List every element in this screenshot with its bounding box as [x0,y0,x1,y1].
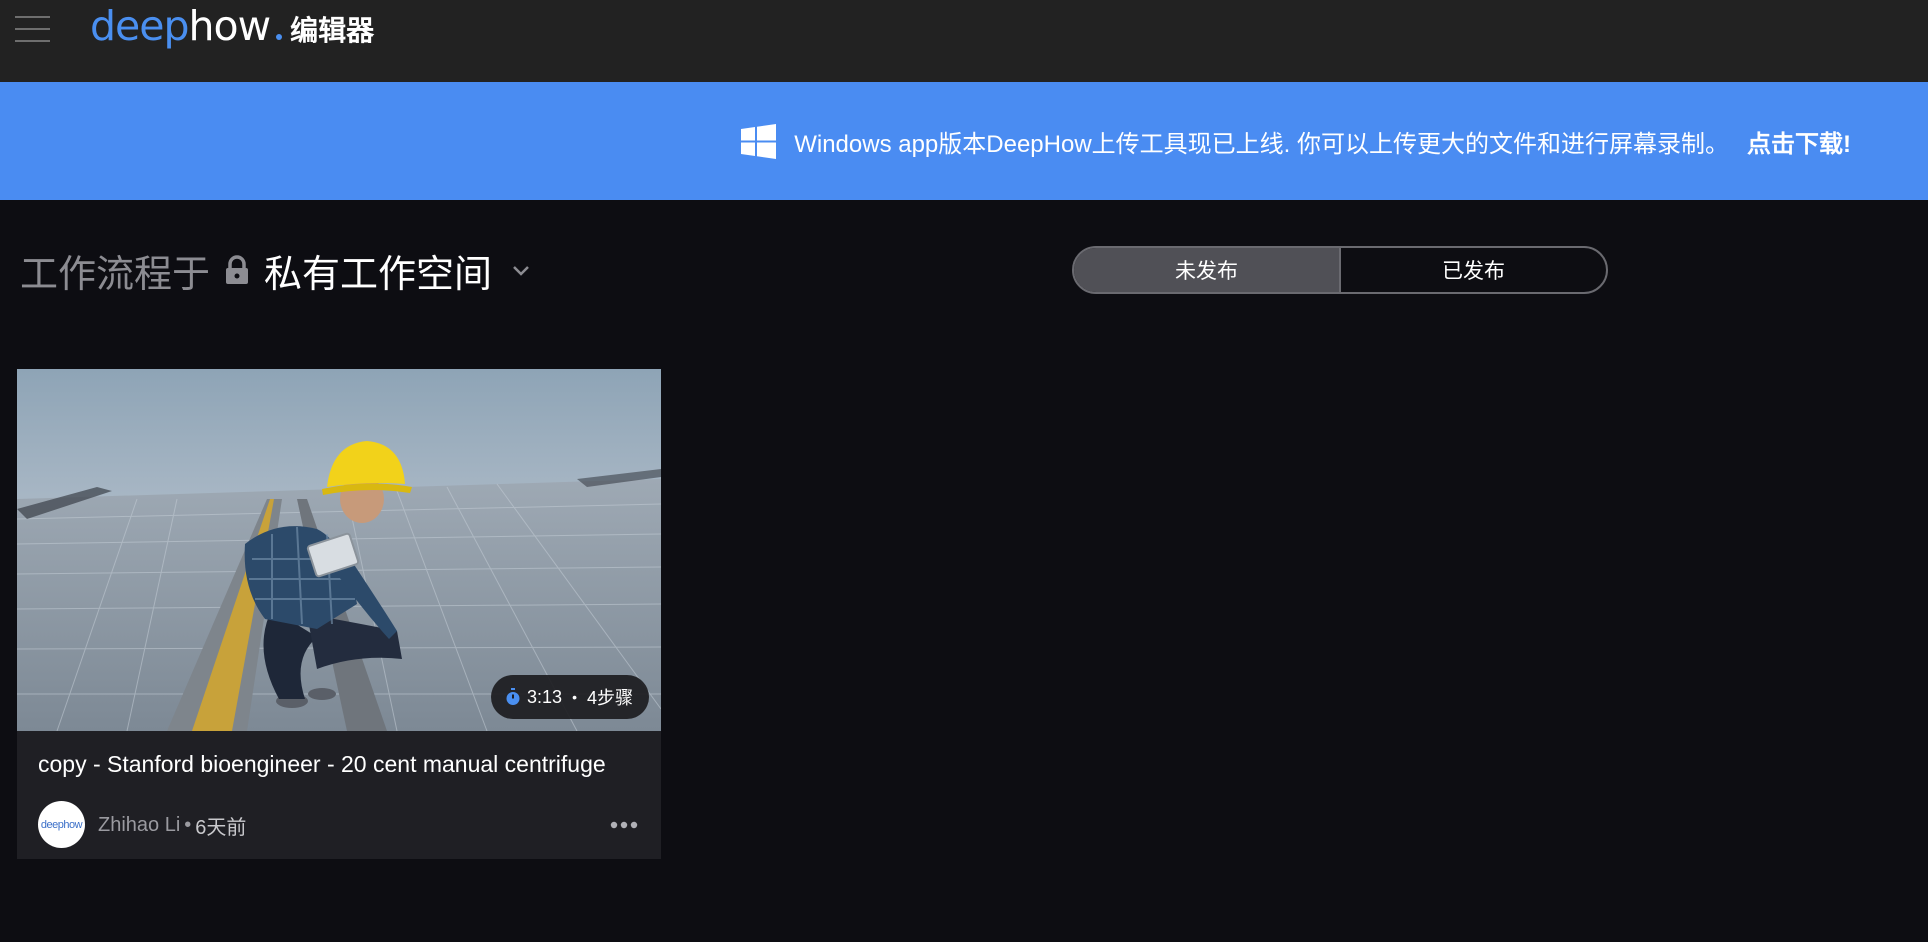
workspace-selector[interactable]: 私有工作空间 [264,243,492,298]
timer-icon [506,688,520,705]
time-ago: 6天前 [195,817,247,839]
meta-separator: • [184,814,192,836]
publish-status-toggle: 未发布 已发布 [1072,246,1608,294]
menu-icon[interactable] [15,14,50,44]
windows-icon [741,123,777,159]
workspace-header: 工作流程于 私有工作空间 [20,242,532,298]
chevron-down-icon[interactable] [510,259,532,281]
logo-how: how [188,2,272,50]
tab-published[interactable]: 已发布 [1339,248,1606,292]
avatar-text: deephow [40,818,83,831]
workflow-meta: Zhihao Li • 6天前 [98,811,246,840]
steps-text: 4步骤 [586,688,633,708]
workflow-thumbnail[interactable]: 3:13 • 4步骤 [17,369,661,731]
avatar: deephow [38,801,85,848]
duration-badge: 3:13 • 4步骤 [491,675,649,719]
banner-content: Windows app版本DeepHow上传工具现已上线. 你可以上传更大的文件… [741,82,1851,200]
workflow-card[interactable]: 3:13 • 4步骤 copy - Stanford bioengineer -… [17,369,661,859]
top-bar: deep how 编辑器 [0,0,1928,82]
app-logo[interactable]: deep how 编辑器 [90,2,374,52]
more-horizontal-icon[interactable] [609,815,639,835]
download-link[interactable]: 点击下载! [1747,124,1851,159]
logo-dot [276,34,283,40]
banner-text: Windows app版本DeepHow上传工具现已上线. 你可以上传更大的文件… [794,130,1729,158]
logo-deep: deep [90,2,189,50]
lock-icon [226,255,249,284]
duration-text: 3:13 [527,686,563,707]
author-name: Zhihao Li [98,814,181,836]
workflow-title[interactable]: copy - Stanford bioengineer - 20 cent ma… [38,751,648,778]
logo-suffix: 编辑器 [290,15,375,46]
announcement-banner: Windows app版本DeepHow上传工具现已上线. 你可以上传更大的文件… [0,82,1928,200]
tab-unpublished[interactable]: 未发布 [1074,248,1339,292]
duration-separator: • [572,689,577,705]
workspace-prefix: 工作流程于 [20,253,211,296]
